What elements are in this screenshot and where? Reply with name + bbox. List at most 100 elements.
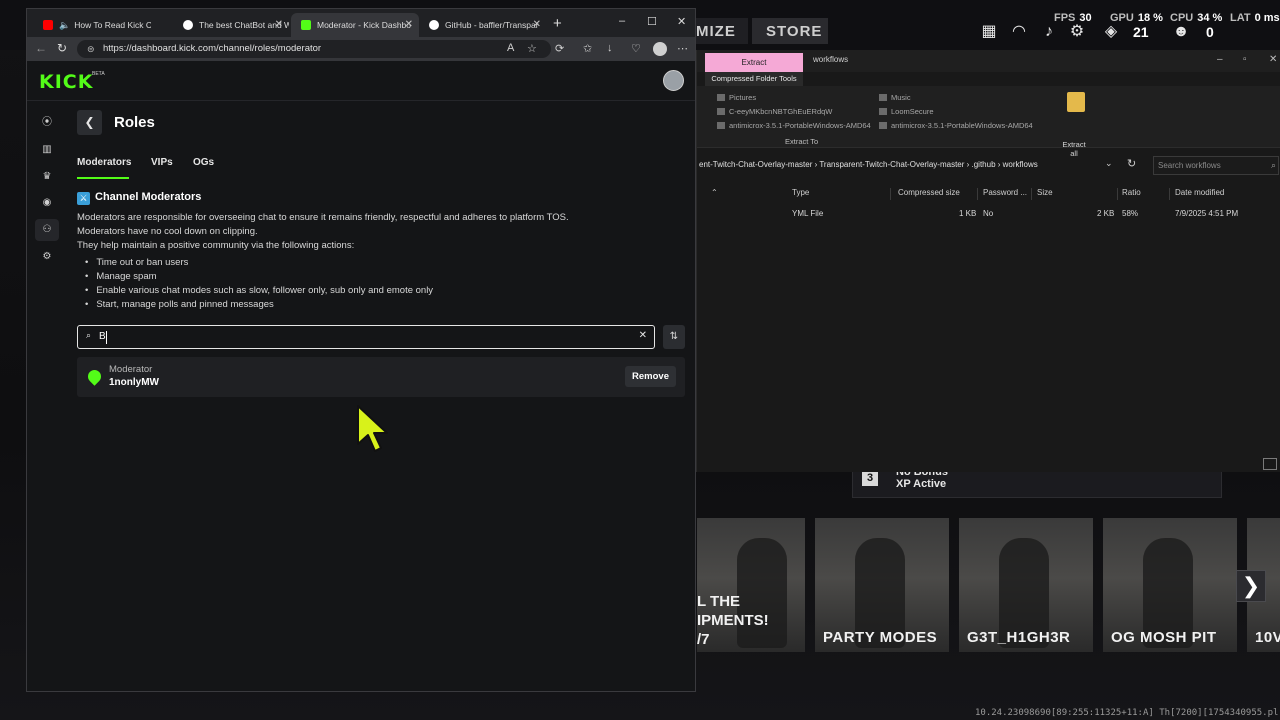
- carousel-next-button[interactable]: ❯: [1236, 570, 1266, 602]
- stream-broadcast-icon[interactable]: ⦿: [41, 117, 53, 129]
- column-compressed-size[interactable]: Compressed size: [898, 188, 960, 197]
- close-tab-icon[interactable]: ✕: [533, 19, 541, 30]
- maximize-icon[interactable]: ☐: [647, 15, 657, 28]
- profile-avatar[interactable]: [653, 42, 667, 56]
- column-divider[interactable]: [1031, 188, 1032, 200]
- column-date-modified[interactable]: Date modified: [1175, 188, 1224, 197]
- tab-title: Moderator - Kick Dashbo: [317, 20, 412, 30]
- tab-ogs[interactable]: OGs: [193, 157, 214, 168]
- clear-icon[interactable]: ✕: [639, 330, 647, 341]
- ribbon-location[interactable]: Music: [879, 93, 911, 102]
- sort-button[interactable]: ⇅: [663, 325, 685, 349]
- column-divider[interactable]: [890, 188, 891, 200]
- minimize-icon[interactable]: –: [619, 15, 625, 27]
- column-divider[interactable]: [1169, 188, 1170, 200]
- apps-grid-icon[interactable]: ▦: [978, 22, 1000, 42]
- site-info-icon[interactable]: ⊜: [87, 40, 95, 58]
- headset-icon[interactable]: ◠: [1008, 22, 1030, 42]
- browser-tab[interactable]: 🔈 How To Read Kick C: [33, 13, 151, 37]
- trophy-icon[interactable]: ♛: [41, 171, 53, 183]
- ribbon-location[interactable]: antimicrox-3.5.1-PortableWindows-AMD64: [717, 121, 871, 130]
- remove-moderator-button[interactable]: Remove: [625, 366, 676, 387]
- mode-card-og-mosh-pit[interactable]: OG MOSH PIT: [1103, 518, 1237, 652]
- more-options-icon[interactable]: ⋯: [677, 42, 688, 55]
- read-aloud-icon[interactable]: A: [507, 42, 514, 54]
- close-tab-icon[interactable]: ✕: [275, 19, 283, 30]
- back-arrow-icon[interactable]: ←: [35, 41, 47, 55]
- ribbon-group-label: Extract To: [785, 137, 819, 146]
- ribbon-tab-compressed-folder-tools[interactable]: Compressed Folder Tools: [705, 72, 803, 86]
- description-text: Moderators are responsible for overseein…: [77, 212, 569, 223]
- file-ratio: 58%: [1122, 209, 1139, 218]
- mode-card-party-modes[interactable]: PARTY MODES: [815, 518, 949, 652]
- explorer-window-title: workflows: [813, 55, 849, 64]
- fps-stat: FPS 30: [1054, 12, 1092, 24]
- new-tab-icon[interactable]: +: [553, 15, 562, 32]
- browser-essentials-icon[interactable]: ♡: [631, 42, 641, 55]
- close-icon[interactable]: ✕: [677, 15, 686, 28]
- download-icon[interactable]: ↓: [607, 42, 613, 54]
- extensions-icon[interactable]: ⟳: [555, 42, 564, 55]
- tab-title: How To Read Kick C: [74, 20, 151, 30]
- minimize-icon[interactable]: –: [1217, 54, 1223, 65]
- favorites-icon[interactable]: ✩: [583, 42, 592, 55]
- gear-icon[interactable]: ⚙: [1066, 22, 1088, 42]
- cpu-label: CPU: [1170, 12, 1194, 24]
- event-card-text: L THE IPMENTS! /7: [697, 592, 769, 649]
- mode-card-get-higher[interactable]: G3T_H1GH3R: [959, 518, 1093, 652]
- game-tab-mize[interactable]: MIZE: [696, 18, 748, 44]
- browser-tab[interactable]: GitHub - baffler/Transpar ✕: [419, 13, 547, 37]
- player-level: 21: [1133, 24, 1149, 40]
- tab-moderators[interactable]: Moderators: [77, 157, 131, 168]
- tab-vips[interactable]: VIPs: [151, 157, 173, 168]
- mode-card-label: G3T_H1GH3R: [967, 629, 1071, 646]
- details-view-icon[interactable]: [1263, 458, 1277, 470]
- moderator-username[interactable]: 1nonlyMW: [109, 377, 159, 388]
- game-tab-store[interactable]: STORE: [752, 18, 828, 44]
- analytics-icon[interactable]: ▥: [41, 144, 53, 156]
- chevron-down-icon[interactable]: ⌄: [1105, 158, 1113, 169]
- back-button[interactable]: ❮: [77, 110, 102, 135]
- column-type[interactable]: Type: [792, 188, 809, 197]
- address-breadcrumb[interactable]: ent-Twitch-Chat-Overlay-master › Transpa…: [697, 155, 1147, 175]
- maximize-icon[interactable]: ▫: [1243, 54, 1247, 65]
- kick-favicon-icon: [301, 20, 311, 30]
- explorer-tab-extract[interactable]: Extract: [705, 53, 803, 72]
- ribbon-location[interactable]: C-eeyMKbcnNBTGhEuERdqW: [717, 107, 832, 116]
- column-ratio[interactable]: Ratio: [1122, 188, 1141, 197]
- settings-gear-icon[interactable]: ⚙: [41, 251, 53, 263]
- kick-logo[interactable]: KICK: [39, 71, 93, 93]
- speaker-icon: 🔈: [59, 19, 71, 30]
- user-avatar[interactable]: [663, 70, 684, 91]
- refresh-icon[interactable]: ↻: [1127, 157, 1136, 170]
- column-divider[interactable]: [1117, 188, 1118, 200]
- file-row[interactable]: YML File 1 KB No 2 KB 58% 7/9/2025 4:51 …: [697, 206, 1280, 222]
- event-line: L THE: [697, 593, 741, 610]
- column-divider[interactable]: [977, 188, 978, 200]
- friends-icon[interactable]: ☻: [1170, 22, 1192, 42]
- moderator-search-input[interactable]: ⌕ B ✕: [77, 325, 655, 349]
- explorer-search-input[interactable]: Search workflows ⌕: [1153, 156, 1279, 175]
- ribbon-location[interactable]: Pictures: [717, 93, 756, 102]
- column-password[interactable]: Password ...: [983, 188, 1027, 197]
- search-icon: ⌕: [86, 330, 92, 340]
- camera-icon[interactable]: ◉: [41, 197, 53, 209]
- users-roles-icon[interactable]: ⚇: [41, 224, 53, 236]
- browser-tab-active[interactable]: Moderator - Kick Dashbo ✕: [291, 13, 419, 37]
- column-size[interactable]: Size: [1037, 188, 1053, 197]
- search-placeholder: Search workflows: [1158, 161, 1221, 170]
- folder-zip-icon[interactable]: [1067, 92, 1085, 112]
- close-icon[interactable]: ✕: [1269, 54, 1277, 65]
- sort-indicator-icon: ⌃: [711, 188, 718, 197]
- address-bar[interactable]: ⊜ https://dashboard.kick.com/channel/rol…: [77, 40, 551, 58]
- favorite-star-icon[interactable]: ☆: [527, 42, 537, 55]
- active-tab-indicator: [77, 177, 129, 179]
- bell-icon[interactable]: ♪: [1038, 22, 1060, 42]
- reload-icon[interactable]: ↻: [57, 41, 67, 55]
- ribbon-location[interactable]: antimicrox-3.5.1-PortableWindows-AMD64: [879, 121, 1033, 130]
- ribbon-location[interactable]: LoomSecure: [879, 107, 934, 116]
- permission-list-item: Enable various chat modes such as slow, …: [85, 285, 433, 296]
- close-tab-icon[interactable]: ✕: [405, 19, 413, 30]
- tab-strip: 🔈 How To Read Kick C The best ChatBot an…: [27, 9, 695, 37]
- browser-tab[interactable]: The best ChatBot and W ✕: [173, 13, 289, 37]
